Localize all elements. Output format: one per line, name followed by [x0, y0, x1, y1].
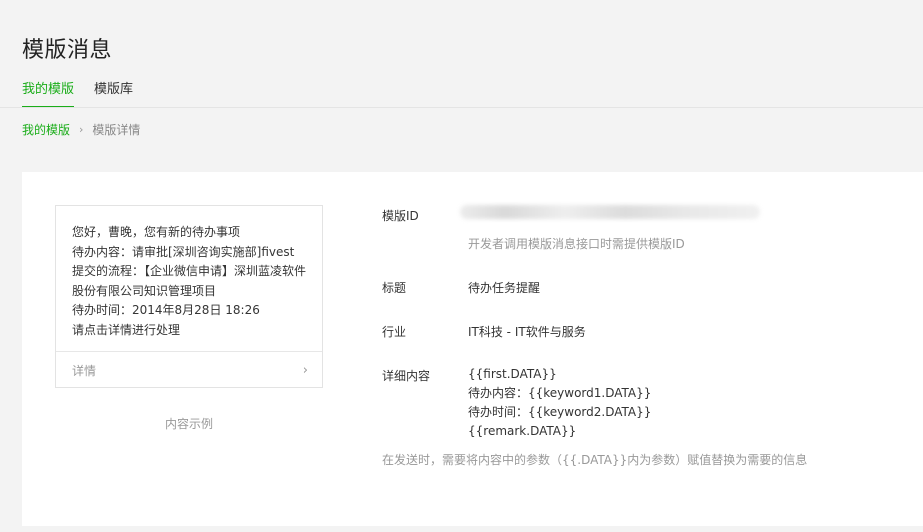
template-id-label: 模版ID	[382, 209, 419, 223]
template-detail-panel: 您好，曹晚，您有新的待办事项 待办内容：请审批[深圳咨询实施部]fivest提交…	[22, 172, 923, 526]
detail-line: 待办内容：{{keyword1.DATA}}	[468, 386, 652, 400]
detail-content-value: {{first.DATA}} 待办内容：{{keyword1.DATA}} 待办…	[468, 365, 651, 441]
industry-value: IT科技 - IT软件与服务	[468, 325, 586, 339]
tab-bar: 我的模版 模版库	[22, 80, 153, 108]
tab-my-templates[interactable]: 我的模版	[22, 80, 75, 108]
detail-content-label: 详细内容	[382, 369, 431, 383]
template-id-hint: 开发者调用模版消息接口时需提供模版ID	[468, 237, 685, 251]
title-label: 标题	[382, 281, 407, 295]
parameter-note: 在发送时，需要将内容中的参数（{{.DATA}}内为参数）赋值替换为需要的信息	[382, 453, 808, 467]
detail-line: {{remark.DATA}}	[468, 424, 577, 438]
title-value: 待办任务提醒	[468, 281, 541, 295]
breadcrumb-chevron-icon: ›	[79, 123, 84, 136]
preview-line: 您好，曹晚，您有新的待办事项	[72, 225, 241, 239]
preview-line: 待办内容：请审批[深圳咨询实施部]fivest提交的流程：【企业微信申请】深圳蓝…	[72, 244, 307, 298]
detail-line: 待办时间：{{keyword2.DATA}}	[468, 405, 652, 419]
breadcrumb-my-templates[interactable]: 我的模版	[22, 121, 70, 138]
breadcrumb: 我的模版 › 模版详情	[22, 121, 140, 138]
chevron-right-icon: ›	[302, 362, 308, 378]
breadcrumb-current: 模版详情	[92, 123, 141, 137]
template-id-value-redacted	[460, 205, 760, 219]
page-title: 模版消息	[22, 38, 113, 63]
message-preview-card: 您好，曹晚，您有新的待办事项 待办内容：请审批[深圳咨询实施部]fivest提交…	[55, 205, 323, 388]
preview-detail-link[interactable]: 详情 ›	[56, 351, 322, 388]
preview-caption: 内容示例	[165, 417, 214, 431]
tab-template-library[interactable]: 模版库	[94, 80, 133, 108]
preview-line: 待办时间：2014年8月28日 18:26	[72, 303, 260, 317]
tabs-divider	[0, 107, 923, 108]
preview-line: 请点击详情进行处理	[72, 322, 181, 337]
preview-content: 您好，曹晚，您有新的待办事项 待办内容：请审批[深圳咨询实施部]fivest提交…	[56, 206, 322, 340]
detail-line: {{first.DATA}}	[468, 367, 557, 381]
detail-label: 详情	[72, 363, 97, 378]
industry-label: 行业	[382, 325, 407, 339]
